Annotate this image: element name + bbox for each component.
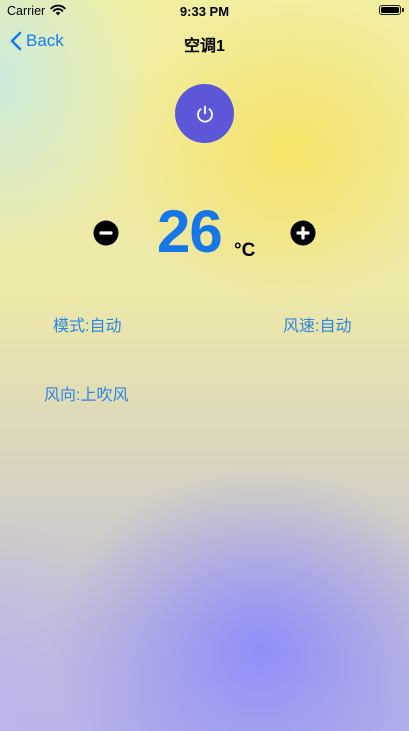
mode-setting[interactable]: 模式:自动 (53, 312, 121, 336)
power-button[interactable] (175, 84, 234, 143)
temperature-unit: °C (234, 240, 256, 261)
fan-speed-setting[interactable]: 风速:自动 (283, 312, 351, 336)
wind-direction-setting[interactable]: 风向:上吹风 (44, 381, 128, 405)
page-title: 空调1 (184, 38, 225, 55)
power-icon (196, 105, 213, 123)
status-bar: Carrier 9:33 PM (0, 0, 409, 22)
navigation-bar: Back 空调1 (0, 22, 409, 62)
ac-control-screen: Carrier 9:33 PM Back 空调1 26 °C 模式:自动 风速:… (0, 0, 409, 731)
temperature-value: 26 (157, 198, 223, 265)
clock: 9:33 PM (179, 4, 230, 19)
increase-temperature-button[interactable] (290, 220, 316, 246)
battery-cap (402, 8, 404, 12)
battery-level (381, 7, 399, 13)
battery-icon (379, 5, 401, 15)
decrease-temperature-button[interactable] (93, 220, 119, 246)
